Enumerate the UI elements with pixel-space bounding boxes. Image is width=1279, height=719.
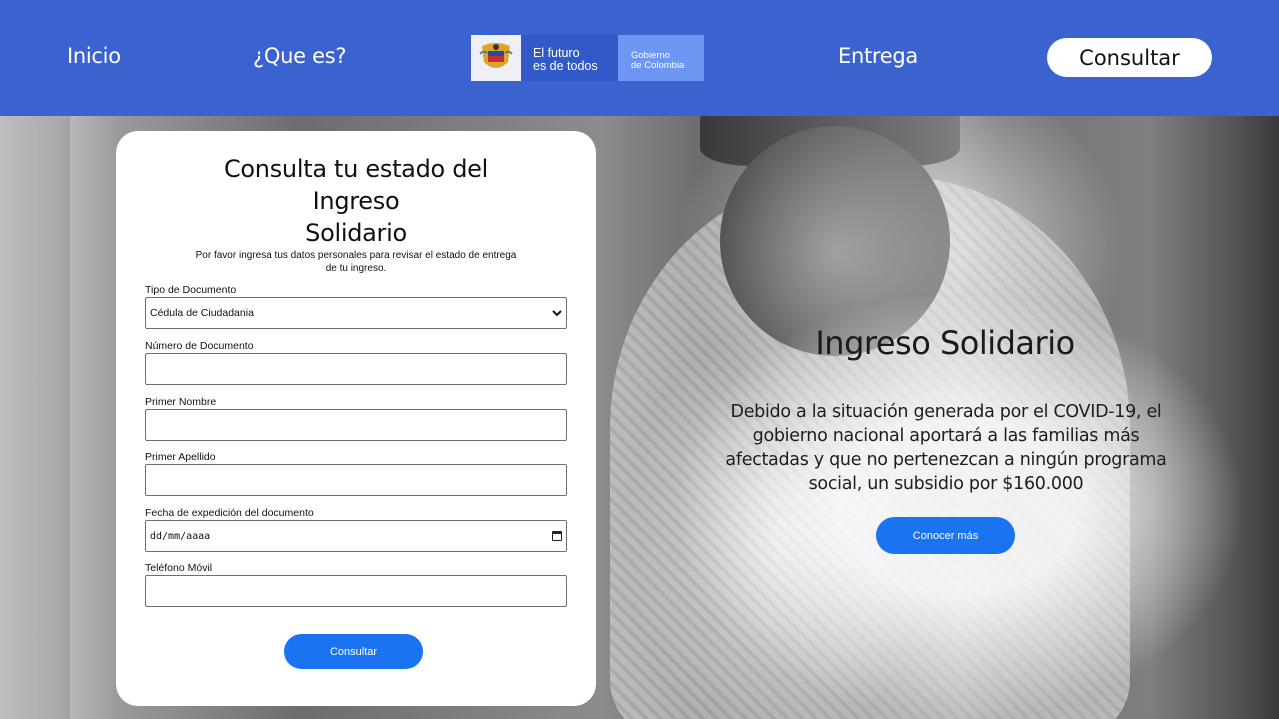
tipo-documento-select[interactable]: Cédula de Ciudadania	[145, 297, 567, 329]
nav-link-que-es[interactable]: ¿Que es?	[253, 44, 346, 68]
form-subtitle: Por favor ingresa tus datos personales p…	[195, 250, 517, 274]
primer-nombre-input[interactable]	[145, 409, 567, 441]
telefono-movil-input[interactable]	[145, 575, 567, 607]
numero-documento-input[interactable]	[145, 353, 567, 385]
logo-slogan-line2: es de todos	[533, 59, 598, 73]
tipo-documento-label: Tipo de Documento	[145, 284, 237, 296]
form-title-line3: Solidario	[305, 219, 407, 247]
hero-description: Debido a la situación generada por el CO…	[725, 402, 1167, 494]
nav-link-inicio[interactable]: Inicio	[67, 44, 121, 68]
form-title: Consulta tu estado del Ingreso Solidario	[116, 153, 596, 249]
fecha-expedicion-input[interactable]: dd/mm/aaaa	[145, 520, 567, 552]
calendar-icon[interactable]	[552, 531, 562, 541]
hero-title: Ingreso Solidario	[815, 324, 1075, 362]
gobierno-logo[interactable]: El futuro es de todos Gobierno de Colomb…	[471, 35, 704, 81]
form-title-line2: Ingreso	[312, 187, 400, 215]
conocer-mas-button[interactable]: Conocer más	[876, 517, 1015, 554]
telefono-movil-label: Teléfono Móvil	[145, 562, 213, 574]
form-consultar-button[interactable]: Consultar	[284, 634, 423, 669]
fecha-placeholder: dd/mm/aaaa	[150, 530, 211, 542]
primer-apellido-label: Primer Apellido	[145, 451, 216, 463]
fecha-expedicion-label: Fecha de expedición del documento	[145, 507, 314, 519]
logo-gobierno-text: Gobierno de Colombia	[618, 35, 704, 81]
chevron-down-icon	[552, 308, 562, 318]
logo-slogan: El futuro es de todos	[521, 35, 618, 81]
form-title-line1: Consulta tu estado del	[223, 155, 489, 183]
numero-documento-label: Número de Documento	[145, 340, 254, 352]
logo-gobierno-line2: de Colombia	[631, 60, 685, 71]
header-consultar-button[interactable]: Consultar	[1047, 38, 1212, 77]
consulta-form-card: Consulta tu estado del Ingreso Solidario…	[116, 131, 596, 706]
primer-nombre-label: Primer Nombre	[145, 396, 217, 408]
top-nav-bar: Inicio ¿Que es? El futuro es de todos Go…	[0, 0, 1279, 116]
colombia-coat-of-arms-icon	[471, 35, 521, 81]
primer-apellido-input[interactable]	[145, 464, 567, 496]
tipo-documento-value: Cédula de Ciudadania	[150, 307, 254, 319]
nav-link-entrega[interactable]: Entrega	[838, 44, 918, 68]
